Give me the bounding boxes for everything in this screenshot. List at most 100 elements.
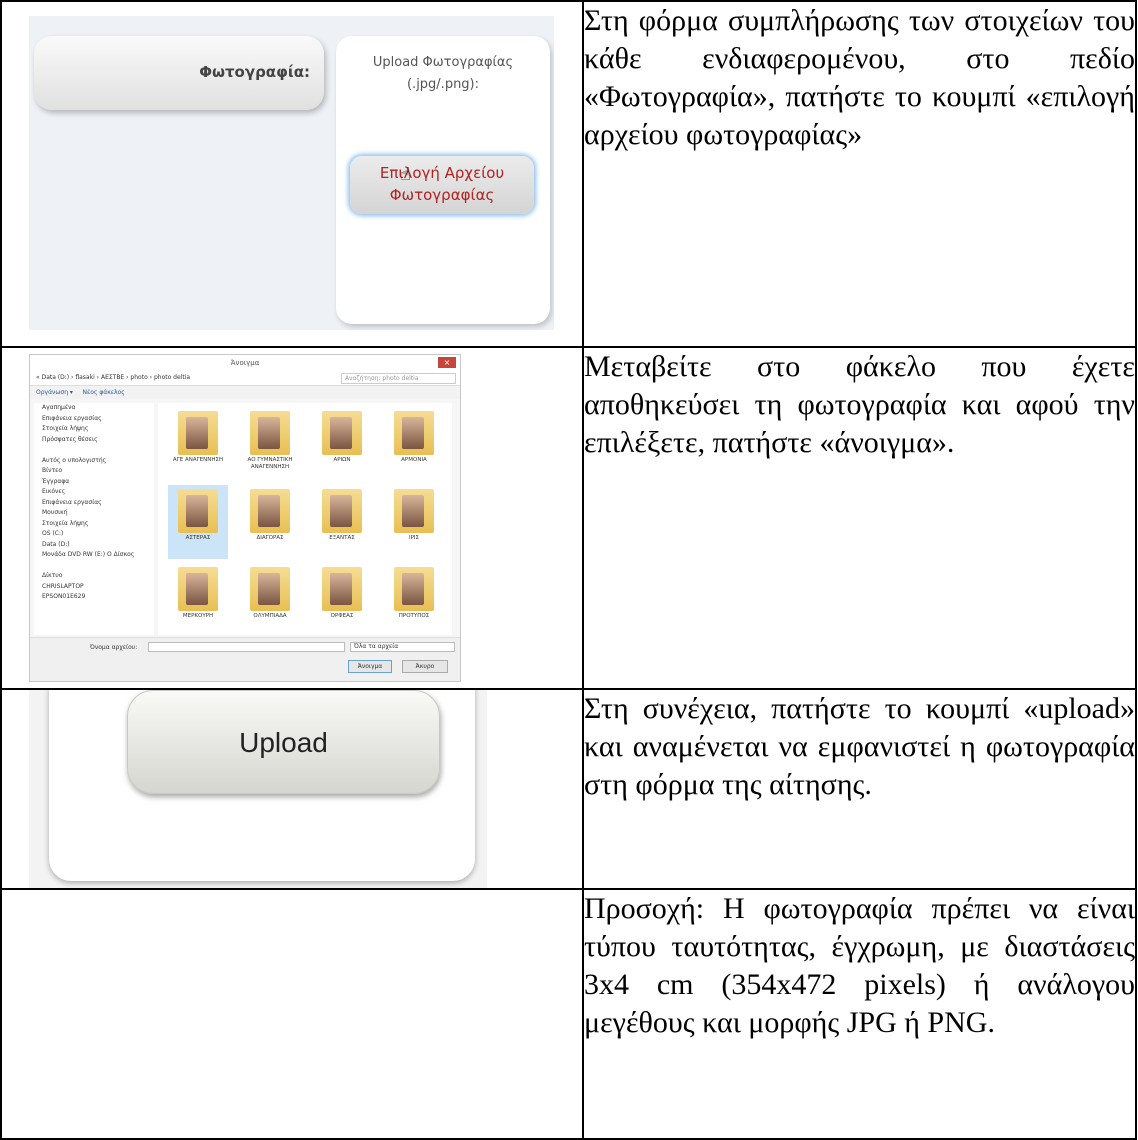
nav-item (34, 561, 154, 572)
hand-cursor-icon: ☝ (400, 164, 411, 185)
folder-icon (322, 567, 362, 611)
folder-icon (250, 489, 290, 533)
cancel-button[interactable]: Άκυρο (402, 660, 448, 673)
folder-name: ΔΙΑΓΟΡΑΣ (256, 535, 284, 541)
upload-title-text: Upload Φωτογραφίας (372, 55, 514, 70)
table-row: Upload Στη συνέχεια, πατήστε το κουμπί «… (0, 688, 1137, 890)
photo-label: Φωτογραφία: (199, 63, 310, 81)
nav-item[interactable]: Επιφάνεια εργασίας (34, 414, 154, 425)
text-cell: Προσοχή: Η φωτογραφία πρέπει να είναι τύ… (582, 888, 1137, 1140)
nav-item[interactable]: EPSON01E629 (34, 592, 154, 603)
folder-item[interactable]: ΑΟ ΓΥΜΝΑΣΤΙΚΗ ΑΝΑΓΕΝΝΗΣΗ (240, 407, 300, 481)
nav-item[interactable]: Έγγραφα (34, 477, 154, 488)
file-dialog-screenshot: Άνοιγμα × « Data (D:) › flasaki › ΑΕΣΤΒΕ… (29, 354, 461, 682)
folder-name: ΑΣΤΕΡΑΣ (185, 535, 211, 541)
folder-icon (394, 489, 434, 533)
navigation-pane[interactable]: Αγαπημένα Επιφάνεια εργασίας Στοιχεία λήψη… (34, 403, 154, 635)
folder-name: ΟΡΦΕΑΣ (330, 613, 354, 619)
folder-icon (178, 489, 218, 533)
folder-item[interactable]: ΑΓΕ ΑΝΑΓΕΝΝΗΣΗ (168, 407, 228, 481)
screenshot-cell: Upload (0, 688, 584, 890)
upload-screenshot: Upload (29, 690, 487, 888)
nav-item (34, 445, 154, 456)
choose-line-1: Επιλογή Αρχείου (379, 164, 505, 182)
nav-item[interactable]: Πρόσφατες θέσεις (34, 435, 154, 446)
folder-icon (322, 489, 362, 533)
nav-item[interactable]: Βίντεο (34, 466, 154, 477)
folder-name: ΟΛΥΜΠΙΑΔΑ (253, 613, 287, 619)
text-cell: Στη φόρμα συμπλήρωσης των στοιχείων του … (582, 0, 1137, 348)
dialog-title: Άνοιγμα (230, 359, 260, 367)
filename-input[interactable] (148, 642, 345, 652)
folder-icon (178, 567, 218, 611)
folder-name: ΠΡΟΤΥΠΟΣ (398, 613, 430, 619)
filetype-select[interactable]: Όλα τα αρχεία (350, 642, 455, 652)
dialog-titlebar: Άνοιγμα × (30, 355, 460, 371)
search-input[interactable]: Αναζήτηση: photo deltia (341, 373, 456, 384)
folder-item[interactable]: ΙΡΙΣ (384, 485, 444, 559)
text-cell: Στη συνέχεια, πατήστε το κουμπί «upload»… (582, 688, 1137, 890)
folder-item[interactable]: ΜΕΡΚΟΥΡΗ (168, 563, 228, 637)
table-row: Προσοχή: Η φωτογραφία πρέπει να είναι τύ… (0, 888, 1137, 1140)
nav-item[interactable]: Στοιχεία λήψης (34, 424, 154, 435)
address-path: « Data (D:) › flasaki › ΑΕΣΤΒΕ › photo ›… (36, 374, 191, 381)
nav-item[interactable]: CHRISLAPTOP (34, 582, 154, 593)
folder-icon (250, 411, 290, 455)
folder-item[interactable]: ΑΣΤΕΡΑΣ (168, 485, 228, 559)
close-icon[interactable]: × (438, 357, 456, 368)
step-2-text: Μεταβείτε στο φάκελο που έχετε αποθηκεύσ… (584, 350, 1135, 459)
nav-item[interactable]: Εικόνες (34, 487, 154, 498)
nav-item[interactable]: Επιφάνεια εργασίας (34, 498, 154, 509)
screenshot-cell: Άνοιγμα × « Data (D:) › flasaki › ΑΕΣΤΒΕ… (0, 346, 584, 690)
folder-name: ΙΡΙΣ (408, 535, 420, 541)
step-1-text: Στη φόρμα συμπλήρωσης των στοιχείων του … (584, 4, 1135, 151)
table-row: Φωτογραφία: Upload Φωτογραφίας (.jpg/.pn… (0, 0, 1137, 348)
upload-card: Upload (49, 690, 475, 881)
step-3-text: Στη συνέχεια, πατήστε το κουμπί «upload»… (584, 692, 1135, 801)
upload-formats: (.jpg/.png): (406, 77, 480, 92)
folder-icon (394, 411, 434, 455)
folder-item[interactable]: ΑΡΜΟΝΙΑ (384, 407, 444, 481)
nav-item[interactable]: Μουσική (34, 508, 154, 519)
folder-name: ΕΞΑΝΤΑΣ (329, 535, 355, 541)
address-bar[interactable]: « Data (D:) › flasaki › ΑΕΣΤΒΕ › photo ›… (30, 371, 460, 386)
open-button[interactable]: Άνοιγμα (348, 660, 392, 673)
folder-item[interactable]: ΟΡΦΕΑΣ (312, 563, 372, 637)
folder-item[interactable]: ΟΛΥΜΠΙΑΔΑ (240, 563, 300, 637)
folder-item[interactable]: ΑΡΙΩΝ (312, 407, 372, 481)
folder-item[interactable]: ΠΡΟΤΥΠΟΣ (384, 563, 444, 637)
nav-item[interactable]: Στοιχεία λήψης (34, 519, 154, 530)
folder-name: ΜΕΡΚΟΥΡΗ (182, 613, 214, 619)
organize-button[interactable]: Οργάνωση ▾ (36, 389, 73, 396)
folder-name: ΑΡΜΟΝΙΑ (401, 457, 427, 463)
nav-item[interactable]: Data (D:) (34, 540, 154, 551)
table-row: Άνοιγμα × « Data (D:) › flasaki › ΑΕΣΤΒΕ… (0, 346, 1137, 690)
folder-item[interactable]: ΔΙΑΓΟΡΑΣ (240, 485, 300, 559)
new-folder-button[interactable]: Νέος φάκελος (82, 389, 124, 396)
photo-form-screenshot: Φωτογραφία: Upload Φωτογραφίας (.jpg/.pn… (29, 16, 554, 330)
folder-icon (250, 567, 290, 611)
folder-icon (394, 567, 434, 611)
folder-grid[interactable]: ΑΓΕ ΑΝΑΓΕΝΝΗΣΗ ΑΟ ΓΥΜΝΑΣΤΙΚΗ ΑΝΑΓΕΝΝΗΣΗ ΑΡ… (158, 403, 452, 635)
upload-title: Upload Φωτογραφίας (.jpg/.png): (336, 52, 550, 96)
note-text: Προσοχή: Η φωτογραφία πρέπει να είναι τύ… (584, 892, 1135, 1039)
filename-label: Όνομα αρχείου: (90, 644, 138, 651)
folder-name: ΑΟ ΓΥΜΝΑΣΤΙΚΗ ΑΝΑΓΕΝΝΗΣΗ (247, 457, 293, 470)
nav-item[interactable]: Αγαπημένα (34, 403, 154, 414)
folder-name: ΑΓΕ ΑΝΑΓΕΝΝΗΣΗ (172, 457, 224, 463)
dialog-toolbar: Οργάνωση ▾ Νέος φάκελος (30, 386, 460, 399)
nav-item[interactable]: Μονάδα DVD RW (E:) O Δίσκος (34, 550, 154, 561)
upload-card: Upload Φωτογραφίας (.jpg/.png): Επιλογή … (336, 36, 550, 324)
nav-item[interactable]: Αυτός ο υπολογιστής (34, 456, 154, 467)
nav-item[interactable]: Δίκτυο (34, 571, 154, 582)
instructions-table: Φωτογραφία: Upload Φωτογραφίας (.jpg/.pn… (0, 0, 1137, 1140)
choose-photo-button[interactable]: Επιλογή Αρχείου Φωτογραφίας ☝ (350, 156, 534, 214)
nav-item[interactable]: OS (C:) (34, 529, 154, 540)
upload-button[interactable]: Upload (127, 690, 440, 794)
photo-label-box: Φωτογραφία: (34, 36, 324, 110)
text-cell: Μεταβείτε στο φάκελο που έχετε αποθηκεύσ… (582, 346, 1137, 690)
screenshot-cell: Φωτογραφία: Upload Φωτογραφίας (.jpg/.pn… (0, 0, 584, 348)
folder-icon (322, 411, 362, 455)
folder-icon (178, 411, 218, 455)
folder-item[interactable]: ΕΞΑΝΤΑΣ (312, 485, 372, 559)
